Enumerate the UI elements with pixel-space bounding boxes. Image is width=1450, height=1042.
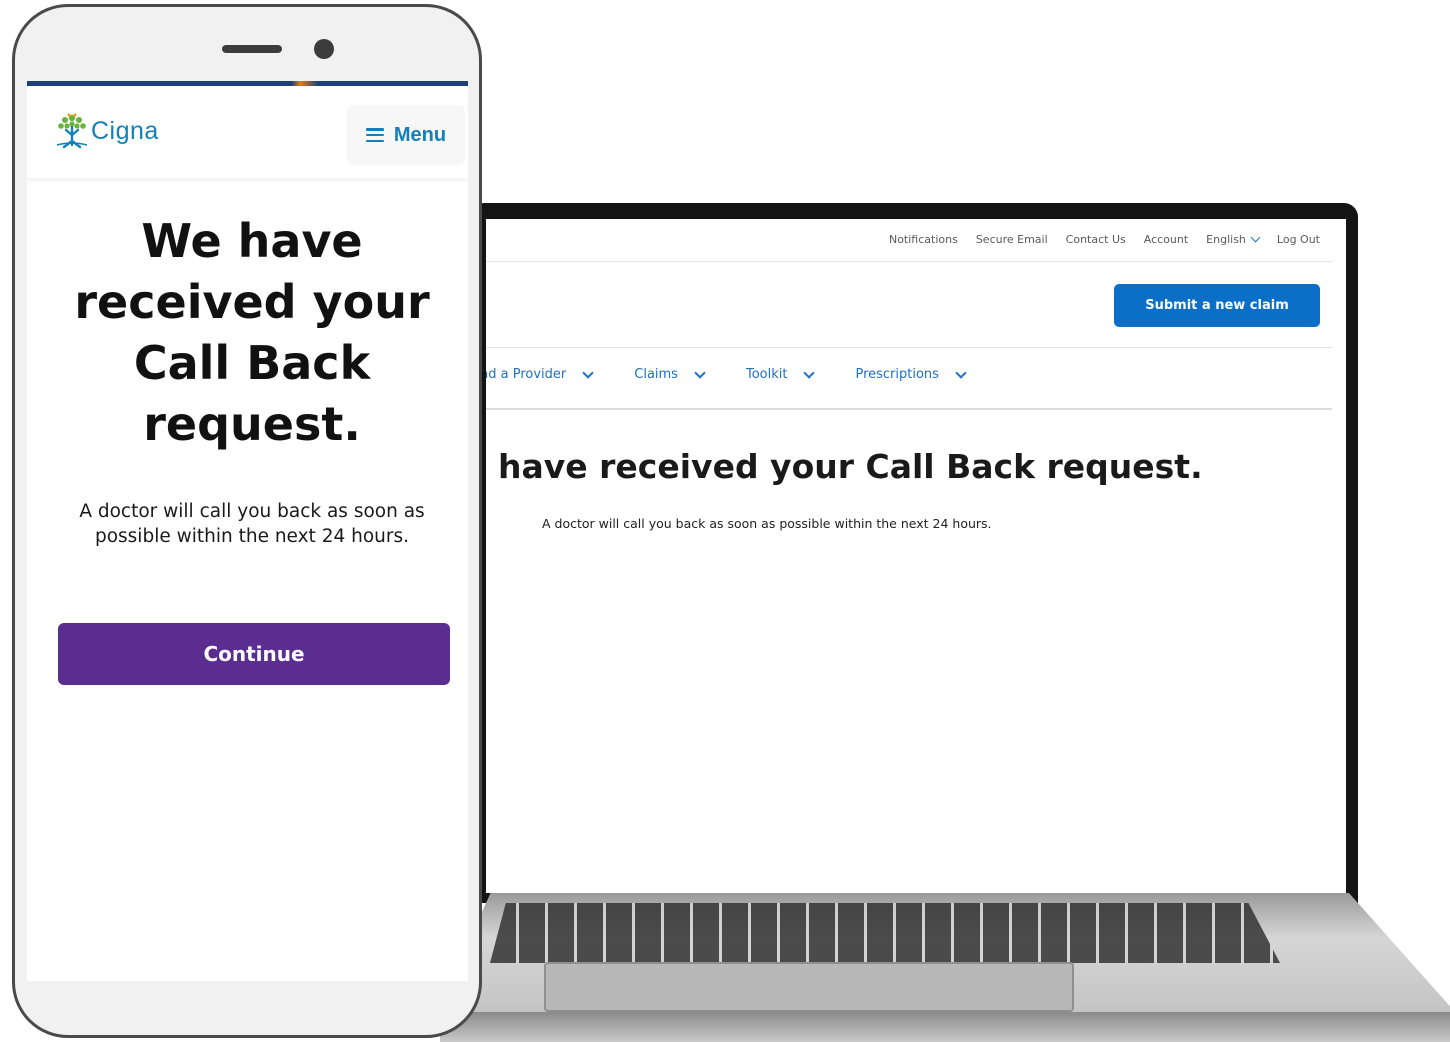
speaker-grille [222, 45, 282, 53]
contact-us-link[interactable]: Contact Us [1066, 233, 1126, 246]
continue-button[interactable]: Continue [58, 623, 450, 685]
laptop-front-edge [440, 1012, 1450, 1042]
tree-of-life-icon [56, 113, 88, 149]
phone-screen: Cigna Menu We have received your Call Ba… [27, 81, 468, 981]
submit-claim-button[interactable]: Submit a new claim [1114, 284, 1320, 327]
chevron-down-icon [1250, 232, 1261, 243]
laptop-screen: Notifications Secure Email Contact Us Ac… [486, 219, 1346, 893]
language-label: English [1206, 233, 1246, 246]
log-out-link[interactable]: Log Out [1277, 233, 1320, 246]
divider [486, 408, 1332, 410]
chevron-down-icon [694, 366, 706, 379]
divider [486, 347, 1332, 348]
divider [486, 261, 1332, 262]
menu-label: Menu [393, 123, 447, 146]
nav-label: Prescriptions [855, 367, 939, 382]
secure-email-link[interactable]: Secure Email [976, 233, 1048, 246]
logo-text: Cigna [91, 116, 159, 145]
nav-label: Toolkit [745, 367, 788, 382]
nav-label: Claims [634, 367, 678, 382]
nav-claims[interactable]: Claims [634, 366, 706, 382]
page-title: We have received your Call Back request. [74, 214, 430, 451]
confirmation-message: A doctor will call you back as soon as p… [542, 516, 992, 531]
chevron-down-icon [955, 366, 967, 379]
nav-prescriptions[interactable]: Prescriptions [855, 366, 967, 382]
page-title: have received your Call Back request. [498, 447, 1203, 486]
nav-label: nd a Provider [486, 367, 567, 382]
nav-toolkit[interactable]: Toolkit [745, 366, 816, 382]
menu-button[interactable]: Menu [347, 105, 465, 165]
laptop-main-nav: nd a Provider Claims Toolkit Prescriptio… [486, 366, 967, 382]
keyboard [490, 903, 1280, 963]
camera-icon [314, 39, 334, 59]
chevron-down-icon [582, 366, 594, 379]
phone-frame: Cigna Menu We have received your Call Ba… [12, 4, 482, 1038]
language-select[interactable]: English [1206, 232, 1261, 246]
phone-header: Cigna Menu [27, 86, 468, 178]
laptop-top-nav: Notifications Secure Email Contact Us Ac… [889, 232, 1320, 246]
cigna-logo[interactable]: Cigna [55, 111, 159, 151]
account-link[interactable]: Account [1144, 233, 1188, 246]
chevron-down-icon [803, 366, 816, 379]
nav-find-a-provider[interactable]: nd a Provider [486, 366, 594, 382]
confirmation-message: A doctor will call you back as soon as p… [79, 501, 425, 547]
hamburger-icon [365, 128, 384, 142]
trackpad [544, 962, 1074, 1012]
notifications-link[interactable]: Notifications [889, 233, 958, 246]
